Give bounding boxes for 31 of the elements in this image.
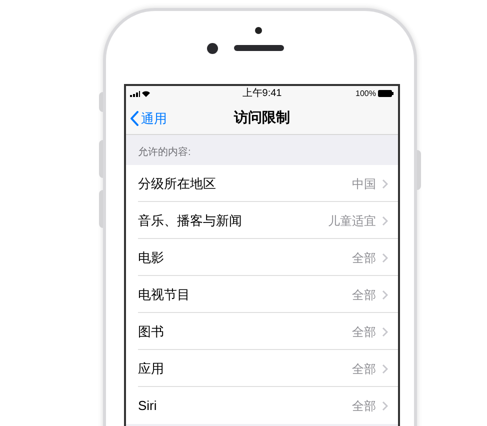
row-label: 应用 <box>138 360 164 378</box>
row-value: 中国 <box>352 176 376 192</box>
chevron-icon <box>382 216 388 226</box>
row-label: 分级所在地区 <box>138 174 216 193</box>
status-time: 上午9:41 <box>242 88 282 98</box>
row-label: Siri <box>138 396 157 415</box>
row-value: 全部 <box>352 250 376 266</box>
chevron-icon <box>382 326 388 336</box>
chevron-icon <box>382 178 388 188</box>
row-label: 电影 <box>138 248 164 267</box>
back-link[interactable]: 通用 <box>130 109 167 128</box>
speaker-icon <box>234 45 284 51</box>
row-value: 全部 <box>352 324 376 340</box>
battery-percent: 100% <box>356 90 376 98</box>
nav-title: 访问限制 <box>234 108 290 127</box>
chevron-icon <box>382 400 388 410</box>
chevron-icon <box>382 364 388 374</box>
row-label: 音乐、播客与新闻 <box>138 212 242 230</box>
battery-icon <box>378 90 394 97</box>
chevron-icon <box>382 252 388 262</box>
row-value: 全部 <box>352 398 376 414</box>
section-header: 允许的内容: <box>138 146 191 160</box>
row-label: 电视节目 <box>138 286 190 304</box>
row-label: 图书 <box>138 322 164 341</box>
signal-icon <box>130 90 140 96</box>
chevron-icon <box>382 290 388 300</box>
row-value: 儿童适宜 <box>328 212 376 230</box>
row-value: 全部 <box>352 286 376 304</box>
back-chevron-icon <box>130 111 139 126</box>
wifi-icon <box>142 90 150 96</box>
row-value: 全部 <box>352 360 376 378</box>
